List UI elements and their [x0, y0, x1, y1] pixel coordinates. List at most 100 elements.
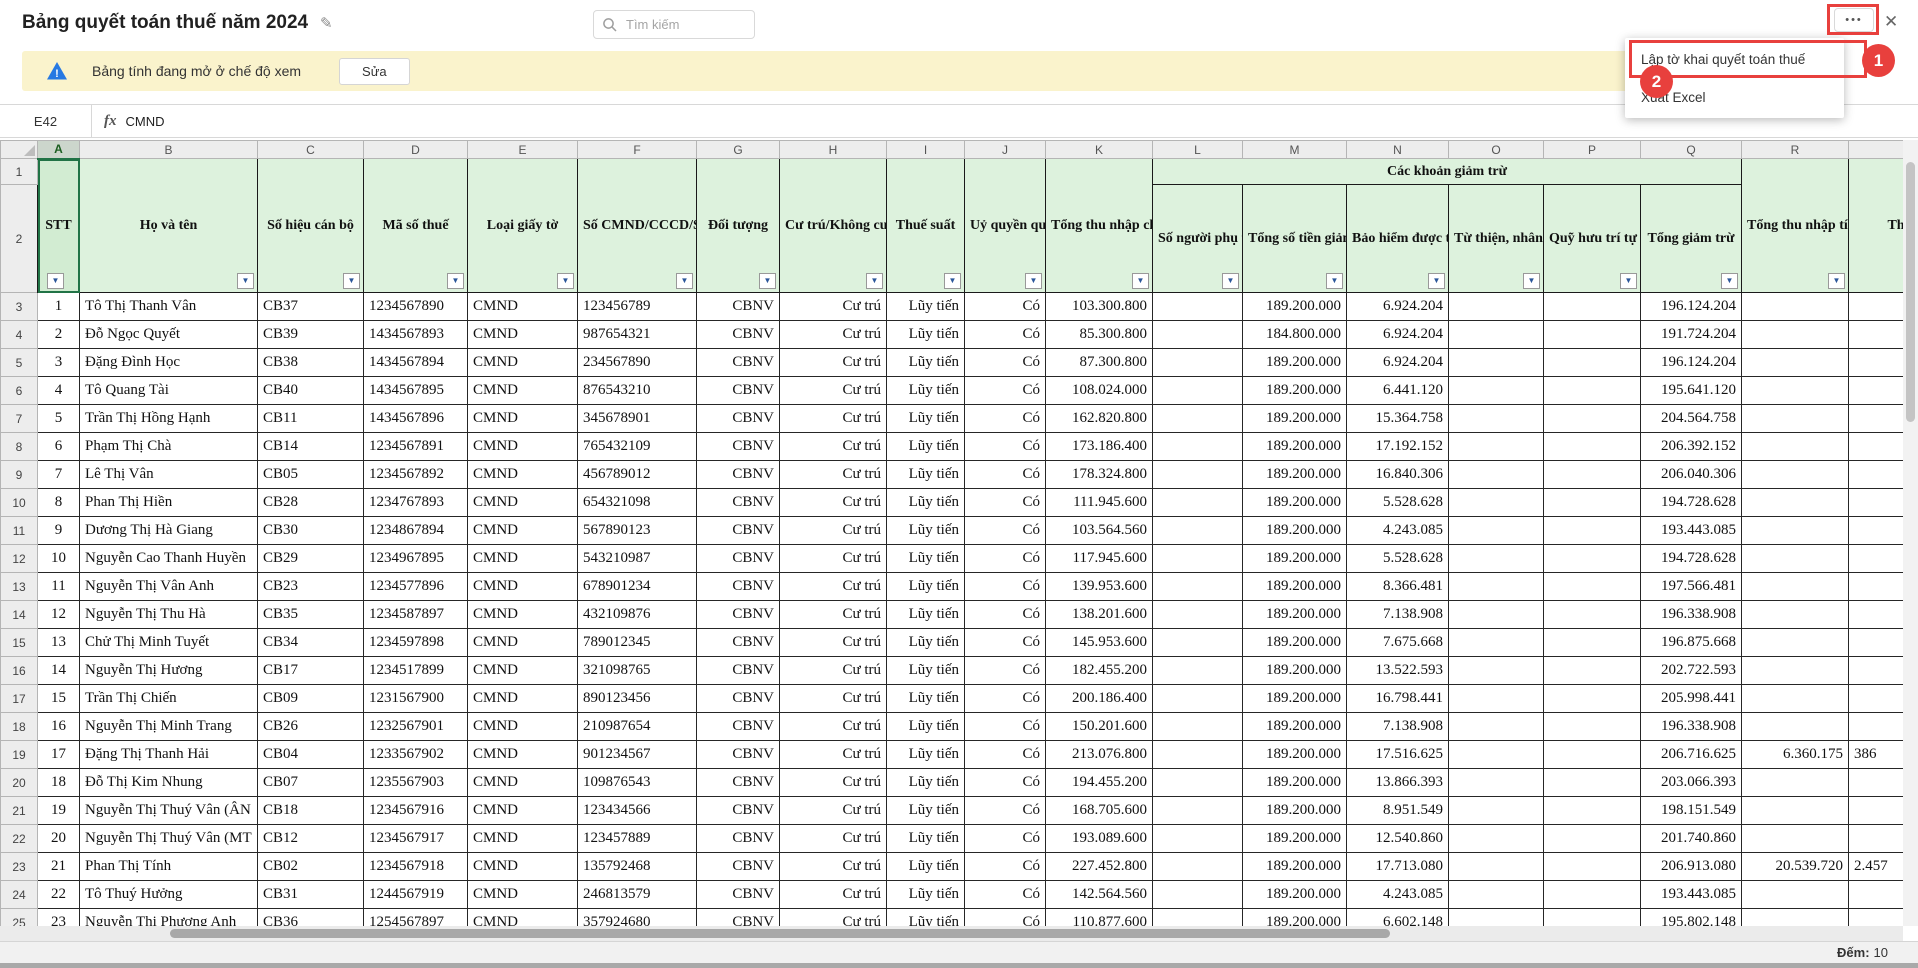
cell-O21[interactable] — [1449, 797, 1544, 825]
cell-S20[interactable] — [1849, 769, 1904, 797]
cell-O18[interactable] — [1449, 713, 1544, 741]
cell-A15[interactable]: 13 — [38, 629, 80, 657]
cell-P4[interactable] — [1544, 321, 1641, 349]
cell-B12[interactable]: Nguyễn Cao Thanh Huyền — [80, 545, 258, 573]
cell-C7[interactable]: CB11 — [258, 405, 364, 433]
formula-value[interactable]: CMND — [126, 114, 165, 129]
cell-P3[interactable] — [1544, 293, 1641, 321]
cell-I6[interactable]: Lũy tiến — [887, 377, 965, 405]
cell-G18[interactable]: CBNV — [697, 713, 780, 741]
cell-P14[interactable] — [1544, 601, 1641, 629]
header-cell-I[interactable]: Thuế suất▼ — [887, 159, 965, 293]
column-letter-A[interactable]: A — [38, 141, 80, 159]
cell-F9[interactable]: 456789012 — [578, 461, 697, 489]
column-letter-B[interactable]: B — [80, 141, 258, 159]
cell-P25[interactable] — [1544, 909, 1641, 927]
cell-D19[interactable]: 1233567902 — [364, 741, 468, 769]
cell-B18[interactable]: Nguyễn Thị Minh Trang — [80, 713, 258, 741]
cell-L21[interactable] — [1153, 797, 1243, 825]
cell-N19[interactable]: 17.516.625 — [1347, 741, 1449, 769]
cell-L17[interactable] — [1153, 685, 1243, 713]
cell-L6[interactable] — [1153, 377, 1243, 405]
cell-A8[interactable]: 6 — [38, 433, 80, 461]
cell-H21[interactable]: Cư trú — [780, 797, 887, 825]
column-letter-O[interactable]: O — [1449, 141, 1544, 159]
cell-J4[interactable]: Có — [965, 321, 1046, 349]
cell-F4[interactable]: 987654321 — [578, 321, 697, 349]
cell-D10[interactable]: 1234767893 — [364, 489, 468, 517]
cell-D6[interactable]: 1434567895 — [364, 377, 468, 405]
cell-F21[interactable]: 123434566 — [578, 797, 697, 825]
cell-Q23[interactable]: 206.913.080 — [1641, 853, 1742, 881]
cell-S22[interactable] — [1849, 825, 1904, 853]
cell-M8[interactable]: 189.200.000 — [1243, 433, 1347, 461]
cell-D9[interactable]: 1234567892 — [364, 461, 468, 489]
cell-N25[interactable]: 6.602.148 — [1347, 909, 1449, 927]
cell-L11[interactable] — [1153, 517, 1243, 545]
cell-C9[interactable]: CB05 — [258, 461, 364, 489]
cell-I15[interactable]: Lũy tiến — [887, 629, 965, 657]
cell-L18[interactable] — [1153, 713, 1243, 741]
cell-G19[interactable]: CBNV — [697, 741, 780, 769]
column-letter-S[interactable]: S — [1849, 141, 1904, 159]
row-number[interactable]: 6 — [1, 377, 38, 405]
cell-E21[interactable]: CMND — [468, 797, 578, 825]
column-letter-L[interactable]: L — [1153, 141, 1243, 159]
cell-R25[interactable] — [1742, 909, 1849, 927]
cell-H12[interactable]: Cư trú — [780, 545, 887, 573]
cell-O10[interactable] — [1449, 489, 1544, 517]
cell-R12[interactable] — [1742, 545, 1849, 573]
header-cell-S[interactable]: Thuế TN phải nộ▼ — [1849, 159, 1904, 293]
cell-N14[interactable]: 7.138.908 — [1347, 601, 1449, 629]
cell-C15[interactable]: CB34 — [258, 629, 364, 657]
cell-E24[interactable]: CMND — [468, 881, 578, 909]
cell-G20[interactable]: CBNV — [697, 769, 780, 797]
cell-J15[interactable]: Có — [965, 629, 1046, 657]
cell-K20[interactable]: 194.455.200 — [1046, 769, 1153, 797]
cell-J9[interactable]: Có — [965, 461, 1046, 489]
header-cell-N[interactable]: Bảo hiểm được trừ▼ — [1347, 185, 1449, 293]
cell-Q22[interactable]: 201.740.860 — [1641, 825, 1742, 853]
cell-I3[interactable]: Lũy tiến — [887, 293, 965, 321]
cell-C17[interactable]: CB09 — [258, 685, 364, 713]
cell-Q16[interactable]: 202.722.593 — [1641, 657, 1742, 685]
cell-C11[interactable]: CB30 — [258, 517, 364, 545]
row-number[interactable]: 2 — [1, 185, 38, 293]
row-number[interactable]: 7 — [1, 405, 38, 433]
cell-K11[interactable]: 103.564.560 — [1046, 517, 1153, 545]
cell-L24[interactable] — [1153, 881, 1243, 909]
cell-I12[interactable]: Lũy tiến — [887, 545, 965, 573]
cell-M14[interactable]: 189.200.000 — [1243, 601, 1347, 629]
filter-icon[interactable]: ▼ — [1222, 273, 1239, 289]
cell-M12[interactable]: 189.200.000 — [1243, 545, 1347, 573]
cell-C12[interactable]: CB29 — [258, 545, 364, 573]
cell-H5[interactable]: Cư trú — [780, 349, 887, 377]
cell-H25[interactable]: Cư trú — [780, 909, 887, 927]
cell-S25[interactable] — [1849, 909, 1904, 927]
cell-G3[interactable]: CBNV — [697, 293, 780, 321]
cell-E23[interactable]: CMND — [468, 853, 578, 881]
cell-K14[interactable]: 138.201.600 — [1046, 601, 1153, 629]
cell-S3[interactable] — [1849, 293, 1904, 321]
cell-M9[interactable]: 189.200.000 — [1243, 461, 1347, 489]
column-letter-H[interactable]: H — [780, 141, 887, 159]
filter-icon[interactable]: ▼ — [343, 273, 360, 289]
cell-I7[interactable]: Lũy tiến — [887, 405, 965, 433]
cell-O14[interactable] — [1449, 601, 1544, 629]
cell-P7[interactable] — [1544, 405, 1641, 433]
cell-K5[interactable]: 87.300.800 — [1046, 349, 1153, 377]
cell-R24[interactable] — [1742, 881, 1849, 909]
cell-M24[interactable]: 189.200.000 — [1243, 881, 1347, 909]
cell-K6[interactable]: 108.024.000 — [1046, 377, 1153, 405]
cell-R7[interactable] — [1742, 405, 1849, 433]
cell-R17[interactable] — [1742, 685, 1849, 713]
column-letter-Q[interactable]: Q — [1641, 141, 1742, 159]
cell-N13[interactable]: 8.366.481 — [1347, 573, 1449, 601]
cell-M21[interactable]: 189.200.000 — [1243, 797, 1347, 825]
header-cell-J[interactable]: Uỷ quyền quyết toán▼ — [965, 159, 1046, 293]
cell-N23[interactable]: 17.713.080 — [1347, 853, 1449, 881]
cell-D22[interactable]: 1234567917 — [364, 825, 468, 853]
cell-J7[interactable]: Có — [965, 405, 1046, 433]
cell-C21[interactable]: CB18 — [258, 797, 364, 825]
cell-J18[interactable]: Có — [965, 713, 1046, 741]
